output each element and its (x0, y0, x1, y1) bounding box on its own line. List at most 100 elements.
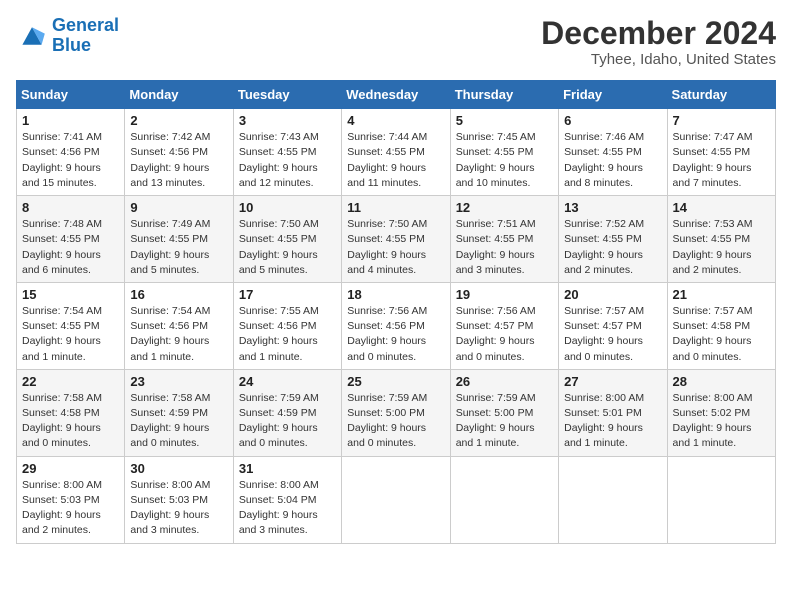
sunset-label: Sunset: 5:03 PM (22, 494, 100, 506)
sunset-label: Sunset: 4:55 PM (22, 320, 100, 332)
calendar-cell: 4 Sunrise: 7:44 AM Sunset: 4:55 PM Dayli… (342, 109, 450, 196)
daylight-label: Daylight: 9 hours and 0 minutes. (564, 335, 643, 362)
daylight-label: Daylight: 9 hours and 0 minutes. (22, 422, 101, 449)
daylight-label: Daylight: 9 hours and 5 minutes. (130, 249, 209, 276)
daylight-label: Daylight: 9 hours and 6 minutes. (22, 249, 101, 276)
day-info: Sunrise: 7:54 AM Sunset: 4:56 PM Dayligh… (130, 304, 227, 365)
sunrise-label: Sunrise: 7:42 AM (130, 131, 210, 143)
sunrise-label: Sunrise: 7:56 AM (347, 305, 427, 317)
day-info: Sunrise: 7:42 AM Sunset: 4:56 PM Dayligh… (130, 130, 227, 191)
day-info: Sunrise: 8:00 AM Sunset: 5:04 PM Dayligh… (239, 478, 336, 539)
sunrise-label: Sunrise: 7:51 AM (456, 218, 536, 230)
calendar-cell: 27 Sunrise: 8:00 AM Sunset: 5:01 PM Dayl… (559, 369, 667, 456)
logo-line2: Blue (52, 35, 91, 55)
logo-text: General Blue (52, 16, 119, 56)
calendar-week-row: 1 Sunrise: 7:41 AM Sunset: 4:56 PM Dayli… (17, 109, 776, 196)
daylight-label: Daylight: 9 hours and 0 minutes. (673, 335, 752, 362)
weekday-header: Friday (559, 81, 667, 109)
sunrise-label: Sunrise: 8:00 AM (130, 479, 210, 491)
daylight-label: Daylight: 9 hours and 10 minutes. (456, 162, 535, 189)
day-info: Sunrise: 7:54 AM Sunset: 4:55 PM Dayligh… (22, 304, 119, 365)
sunrise-label: Sunrise: 7:43 AM (239, 131, 319, 143)
sunset-label: Sunset: 5:04 PM (239, 494, 317, 506)
day-number: 13 (564, 200, 661, 215)
day-number: 7 (673, 113, 770, 128)
day-info: Sunrise: 7:43 AM Sunset: 4:55 PM Dayligh… (239, 130, 336, 191)
calendar-cell: 10 Sunrise: 7:50 AM Sunset: 4:55 PM Dayl… (233, 196, 341, 283)
daylight-label: Daylight: 9 hours and 1 minute. (239, 335, 318, 362)
day-number: 5 (456, 113, 553, 128)
calendar-cell: 16 Sunrise: 7:54 AM Sunset: 4:56 PM Dayl… (125, 282, 233, 369)
logo-icon (16, 22, 48, 50)
calendar-cell: 17 Sunrise: 7:55 AM Sunset: 4:56 PM Dayl… (233, 282, 341, 369)
day-number: 10 (239, 200, 336, 215)
sunrise-label: Sunrise: 7:50 AM (347, 218, 427, 230)
sunrise-label: Sunrise: 7:59 AM (239, 392, 319, 404)
sunset-label: Sunset: 4:55 PM (456, 233, 534, 245)
sunset-label: Sunset: 4:59 PM (239, 407, 317, 419)
sunrise-label: Sunrise: 8:00 AM (673, 392, 753, 404)
sunset-label: Sunset: 4:56 PM (130, 320, 208, 332)
day-number: 26 (456, 374, 553, 389)
calendar-cell: 26 Sunrise: 7:59 AM Sunset: 5:00 PM Dayl… (450, 369, 558, 456)
day-info: Sunrise: 7:55 AM Sunset: 4:56 PM Dayligh… (239, 304, 336, 365)
day-info: Sunrise: 7:53 AM Sunset: 4:55 PM Dayligh… (673, 217, 770, 278)
day-number: 27 (564, 374, 661, 389)
daylight-label: Daylight: 9 hours and 1 minute. (456, 422, 535, 449)
day-info: Sunrise: 7:51 AM Sunset: 4:55 PM Dayligh… (456, 217, 553, 278)
calendar-cell: 2 Sunrise: 7:42 AM Sunset: 4:56 PM Dayli… (125, 109, 233, 196)
sunset-label: Sunset: 4:58 PM (22, 407, 100, 419)
sunset-label: Sunset: 4:55 PM (239, 146, 317, 158)
day-info: Sunrise: 7:41 AM Sunset: 4:56 PM Dayligh… (22, 130, 119, 191)
sunset-label: Sunset: 4:55 PM (22, 233, 100, 245)
day-number: 22 (22, 374, 119, 389)
sunset-label: Sunset: 5:03 PM (130, 494, 208, 506)
daylight-label: Daylight: 9 hours and 3 minutes. (456, 249, 535, 276)
calendar-cell: 3 Sunrise: 7:43 AM Sunset: 4:55 PM Dayli… (233, 109, 341, 196)
sunrise-label: Sunrise: 7:57 AM (564, 305, 644, 317)
daylight-label: Daylight: 9 hours and 1 minute. (22, 335, 101, 362)
day-number: 2 (130, 113, 227, 128)
day-info: Sunrise: 7:56 AM Sunset: 4:57 PM Dayligh… (456, 304, 553, 365)
calendar-cell: 6 Sunrise: 7:46 AM Sunset: 4:55 PM Dayli… (559, 109, 667, 196)
sunset-label: Sunset: 4:56 PM (130, 146, 208, 158)
calendar-week-row: 15 Sunrise: 7:54 AM Sunset: 4:55 PM Dayl… (17, 282, 776, 369)
calendar-cell: 25 Sunrise: 7:59 AM Sunset: 5:00 PM Dayl… (342, 369, 450, 456)
calendar-cell: 24 Sunrise: 7:59 AM Sunset: 4:59 PM Dayl… (233, 369, 341, 456)
sunrise-label: Sunrise: 7:56 AM (456, 305, 536, 317)
calendar-cell (342, 456, 450, 543)
sunrise-label: Sunrise: 7:57 AM (673, 305, 753, 317)
daylight-label: Daylight: 9 hours and 13 minutes. (130, 162, 209, 189)
sunset-label: Sunset: 4:56 PM (347, 320, 425, 332)
sunrise-label: Sunrise: 8:00 AM (239, 479, 319, 491)
sunrise-label: Sunrise: 7:59 AM (456, 392, 536, 404)
sunset-label: Sunset: 4:55 PM (564, 233, 642, 245)
calendar-cell: 18 Sunrise: 7:56 AM Sunset: 4:56 PM Dayl… (342, 282, 450, 369)
header: General Blue December 2024 Tyhee, Idaho,… (16, 16, 776, 68)
sunrise-label: Sunrise: 7:58 AM (22, 392, 102, 404)
sunrise-label: Sunrise: 8:00 AM (22, 479, 102, 491)
calendar-cell: 12 Sunrise: 7:51 AM Sunset: 4:55 PM Dayl… (450, 196, 558, 283)
sunset-label: Sunset: 4:57 PM (456, 320, 534, 332)
day-number: 1 (22, 113, 119, 128)
sunrise-label: Sunrise: 7:46 AM (564, 131, 644, 143)
day-number: 19 (456, 287, 553, 302)
day-info: Sunrise: 7:47 AM Sunset: 4:55 PM Dayligh… (673, 130, 770, 191)
sunrise-label: Sunrise: 7:49 AM (130, 218, 210, 230)
daylight-label: Daylight: 9 hours and 0 minutes. (347, 335, 426, 362)
sunrise-label: Sunrise: 7:53 AM (673, 218, 753, 230)
daylight-label: Daylight: 9 hours and 0 minutes. (130, 422, 209, 449)
weekday-header: Tuesday (233, 81, 341, 109)
day-info: Sunrise: 7:49 AM Sunset: 4:55 PM Dayligh… (130, 217, 227, 278)
calendar-week-row: 29 Sunrise: 8:00 AM Sunset: 5:03 PM Dayl… (17, 456, 776, 543)
sunset-label: Sunset: 4:55 PM (130, 233, 208, 245)
calendar-week-row: 8 Sunrise: 7:48 AM Sunset: 4:55 PM Dayli… (17, 196, 776, 283)
daylight-label: Daylight: 9 hours and 1 minute. (564, 422, 643, 449)
main-title: December 2024 (541, 16, 776, 51)
day-number: 24 (239, 374, 336, 389)
day-number: 25 (347, 374, 444, 389)
day-number: 12 (456, 200, 553, 215)
day-number: 30 (130, 461, 227, 476)
day-info: Sunrise: 8:00 AM Sunset: 5:01 PM Dayligh… (564, 391, 661, 452)
calendar-cell: 5 Sunrise: 7:45 AM Sunset: 4:55 PM Dayli… (450, 109, 558, 196)
